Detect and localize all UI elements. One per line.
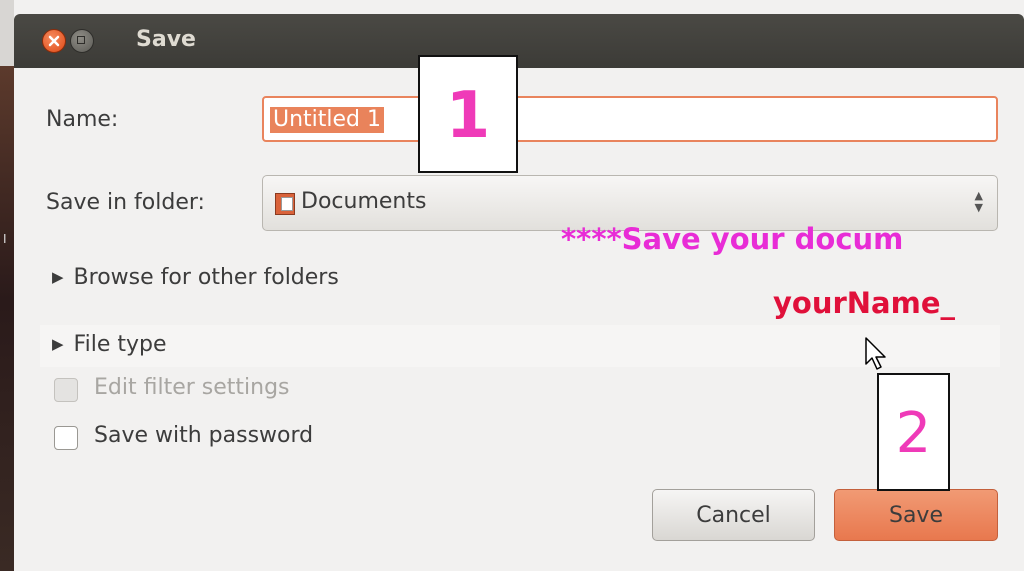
expand-triangle-icon: ▶ <box>52 268 64 286</box>
close-button[interactable] <box>42 29 66 53</box>
folder-select-value: Documents <box>301 189 427 214</box>
background-window-edge: I <box>0 0 14 571</box>
file-type-label: File type <box>73 332 167 357</box>
edit-filter-checkbox[interactable] <box>54 378 78 402</box>
step-2-callout: 2 <box>877 373 950 491</box>
instruction-overlay-line1: ****Save your docum <box>561 222 904 256</box>
background-glyph: I <box>3 232 7 246</box>
edit-filter-label: Edit filter settings <box>94 375 290 400</box>
maximize-icon <box>77 36 85 44</box>
window-title: Save <box>136 27 196 52</box>
step-1-callout: 1 <box>418 55 518 173</box>
browse-folders-label: Browse for other folders <box>73 265 339 290</box>
spin-arrows-icon: ▲ ▼ <box>974 189 983 214</box>
expand-triangle-icon: ▶ <box>52 335 64 353</box>
folder-icon <box>275 193 295 215</box>
title-bar[interactable]: Save <box>14 14 1024 68</box>
mouse-cursor-icon <box>865 337 886 370</box>
save-button[interactable]: Save <box>834 489 998 541</box>
name-input[interactable]: Untitled 1 <box>262 96 998 142</box>
save-with-password-label: Save with password <box>94 423 314 448</box>
cancel-button[interactable]: Cancel <box>652 489 815 541</box>
name-input-value: Untitled 1 <box>270 107 385 133</box>
close-icon <box>48 35 60 47</box>
maximize-button[interactable] <box>70 29 94 53</box>
browse-folders-expander[interactable]: ▶ Browse for other folders <box>52 265 339 290</box>
file-type-expander[interactable]: ▶ File type <box>52 332 167 357</box>
file-type-row <box>40 325 1000 367</box>
instruction-overlay-line2: yourName_ <box>773 286 956 320</box>
save-with-password-checkbox[interactable] <box>54 426 78 450</box>
name-label: Name: <box>46 107 119 132</box>
save-in-folder-label: Save in folder: <box>46 190 205 215</box>
